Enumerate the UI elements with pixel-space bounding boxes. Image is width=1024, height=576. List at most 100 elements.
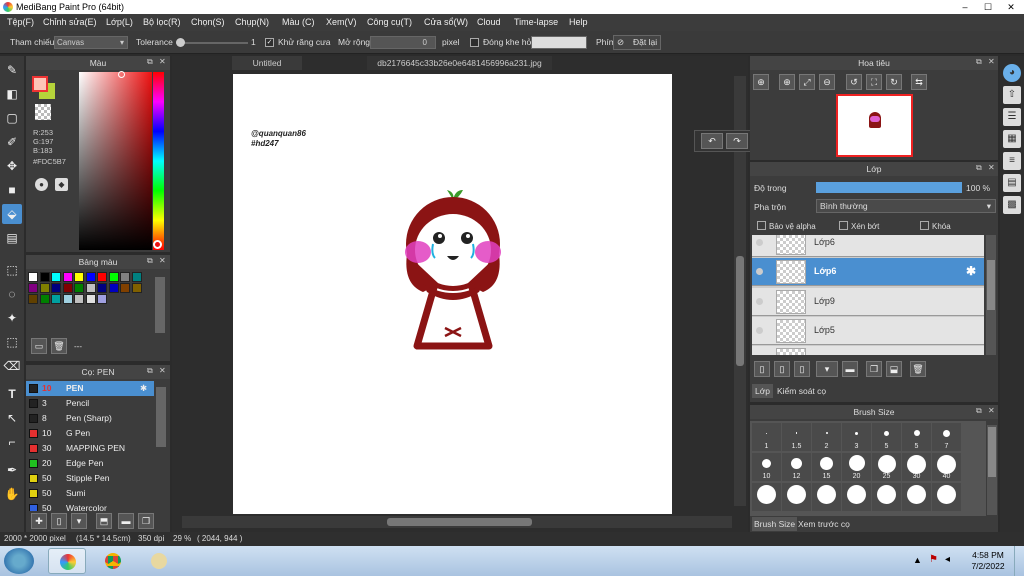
duplicate-layer-icon[interactable]: ❐ [866,361,882,377]
palette-swatch[interactable] [62,294,73,304]
popout-icon[interactable]: ⧉ [976,406,982,416]
tab-untitled[interactable]: Untitled [232,56,302,70]
palette-swatch[interactable] [62,272,73,282]
tab-brush-control[interactable]: Kiểm soát cọ [774,384,829,398]
brush-item[interactable]: 30 MAPPING PEN [26,441,154,456]
antialias-checkbox[interactable]: ✓ [265,38,274,47]
scroll-thumb[interactable] [988,427,996,477]
brush-size-cell[interactable]: 1.5 [782,423,811,451]
zoom-plus-icon[interactable]: ⊕ [779,74,795,90]
palette-swatch[interactable] [28,294,38,304]
close-icon[interactable]: ✕ [159,57,166,66]
palette-swatch[interactable] [120,283,130,293]
navigator-preview[interactable] [836,94,913,157]
brush-size-cell[interactable]: 3 [842,423,871,451]
delete-layer-icon[interactable]: 🗑 [910,361,926,377]
menu-filter[interactable]: Bộ lọc(R) [143,14,181,31]
palette-swatch[interactable] [131,272,142,282]
minimize-button[interactable]: – [954,0,976,14]
close-icon[interactable]: ✕ [988,406,995,415]
taskbar-medibang[interactable] [48,548,86,574]
new-layer-icon[interactable]: ▯ [754,361,770,377]
brush-scrollbar[interactable] [156,387,166,447]
layer-row-selected[interactable]: Lớp6 ✱ [752,258,984,286]
palette-swatch[interactable] [51,283,61,293]
close-icon[interactable]: ✕ [988,57,995,66]
folder-icon[interactable]: ▬ [118,513,134,529]
zoom-in-icon[interactable]: ⊕ [753,74,769,90]
foreground-color-swatch[interactable] [32,76,48,92]
operation-icon[interactable]: ↖ [2,408,22,428]
fit-icon[interactable]: ⤢ [799,74,815,90]
maximize-button[interactable]: ☐ [977,0,999,14]
user-icon[interactable]: ◕ [1003,64,1021,82]
brush-size-cell[interactable] [902,483,931,511]
tone-icon[interactable]: ▩ [1003,196,1021,214]
folder-icon[interactable]: ▬ [842,361,858,377]
brush-add-icon[interactable]: ✚ [31,513,47,529]
reference-select[interactable]: Canvas ▾ [54,36,128,49]
horizontal-scrollbar[interactable] [182,516,732,528]
brush-size-cell[interactable]: 30 [902,453,931,481]
palette-swatch[interactable] [131,283,142,293]
palette-swatch[interactable] [74,294,84,304]
palette-swatch[interactable] [74,272,84,282]
eyedropper-icon[interactable]: ✒ [2,460,22,480]
layer-row[interactable]: Lớp6 [752,235,984,257]
palette-swatch[interactable] [85,272,96,282]
menu-color[interactable]: Màu (C) [282,14,315,31]
rotate-left-icon[interactable]: ↺ [846,74,862,90]
popout-icon[interactable]: ⧉ [147,57,153,67]
canvas-page[interactable]: @quanquan86 #hd247 [233,74,672,514]
palette-swatch[interactable] [28,283,38,293]
clipping-checkbox[interactable] [839,221,848,230]
brush-size-cell[interactable]: 20 [842,453,871,481]
palette-swatch[interactable] [108,283,119,293]
brush-size-cell[interactable] [872,483,901,511]
brush-item[interactable]: 10 G Pen [26,426,154,441]
palette-swatch[interactable] [39,294,50,304]
rotate-right-icon[interactable]: ↻ [886,74,902,90]
tab-file[interactable]: db2176645c33b26e0e6481456996a231.jpg [367,56,552,70]
document-icon[interactable]: ≡ [1003,152,1021,170]
redo-icon[interactable]: ↷ [726,133,748,149]
palette-swatch[interactable] [85,283,96,293]
tab-brush-size[interactable]: Brush Size [752,517,798,531]
brush-size-scrollbar[interactable] [987,425,997,515]
select-pen-icon[interactable]: ⬚ [2,332,22,352]
scroll-thumb[interactable] [736,256,744,366]
expand-input[interactable]: 0 [370,36,436,49]
brush-item[interactable]: 50 Watercolor [26,501,154,511]
palette-swatch[interactable] [39,272,50,282]
palette-swatch[interactable] [39,283,50,293]
brush-item[interactable]: 3 Pencil [26,396,154,411]
brush-item[interactable]: 50 Stipple Pen [26,471,154,486]
menu-layer[interactable]: Lớp(L) [106,14,133,31]
palette-swatch[interactable] [97,294,107,304]
delete-palette-icon[interactable]: 🗑 [51,338,67,354]
reset-button[interactable]: ⊘ Đặt lại [613,35,661,50]
brush-size-cell[interactable]: 5 [872,423,901,451]
protect-alpha-checkbox[interactable] [757,221,766,230]
scroll-thumb[interactable] [987,260,995,310]
brush-item[interactable]: 10 PEN ✱ [26,381,154,396]
blend-select[interactable]: Bình thường ▾ [816,199,996,213]
brush-import-icon[interactable]: ▾ [71,513,87,529]
palette-swatch[interactable] [28,272,38,282]
merge-layer-icon[interactable]: ⬓ [886,361,902,377]
palette-swatch[interactable] [74,283,84,293]
layer-row[interactable]: Lớp9 [752,288,984,316]
add-layer-menu-icon[interactable]: ▾ [816,361,838,377]
select-eraser-icon[interactable]: ⌫ [2,356,22,376]
brush-icon[interactable]: ✐ [2,132,22,152]
brush-size-cell[interactable]: 2 [812,423,841,451]
menu-tools[interactable]: Công cụ(T) [367,14,412,31]
bucket-icon[interactable]: ⬙ [2,204,22,224]
popout-icon[interactable]: ⧉ [147,366,153,376]
clock[interactable]: 4:58 PM 7/2/2022 [968,550,1008,572]
brush-size-cell[interactable] [932,483,961,511]
taskbar-chrome[interactable] [94,548,132,574]
gradient-icon[interactable]: ▤ [2,228,22,248]
menu-select[interactable]: Chọn(S) [191,14,225,31]
popout-icon[interactable]: ⧉ [976,163,982,173]
